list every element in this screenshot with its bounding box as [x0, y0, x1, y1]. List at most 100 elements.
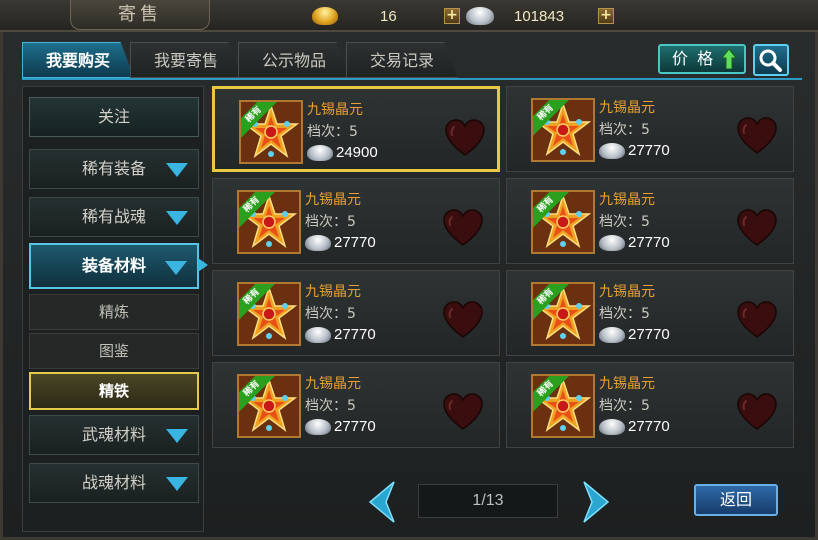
gold-amount: 16 — [380, 7, 397, 25]
item-price: 27770 — [599, 418, 670, 435]
tab-underline — [22, 78, 802, 80]
prev-page-icon[interactable] — [366, 480, 396, 524]
next-page-icon[interactable] — [582, 480, 612, 524]
up-arrow-icon — [722, 49, 736, 69]
item-grade: 档次：5 — [599, 306, 650, 322]
sidebar-item-label: 精炼 — [98, 303, 129, 321]
price-value: 24900 — [336, 144, 378, 161]
chevron-down-icon — [166, 477, 188, 491]
item-grade: 档次：5 — [305, 306, 356, 322]
silver-currency — [466, 5, 494, 27]
sort-by-price-button[interactable]: 价 格 — [658, 44, 746, 74]
item-name: 九锡晶元 — [599, 284, 655, 300]
heart-icon[interactable] — [737, 209, 777, 247]
add-gold-button[interactable]: + — [444, 8, 460, 24]
item-price: 24900 — [307, 144, 378, 161]
item-thumbnail: 稀有 — [531, 190, 595, 254]
silver-ingot-icon — [307, 144, 333, 161]
item-name: 九锡晶元 — [599, 192, 655, 208]
sidebar-item-equipment-materials[interactable]: 装备材料 — [29, 243, 199, 289]
heart-icon[interactable] — [445, 119, 485, 157]
silver-plus-wrap: + — [598, 5, 614, 27]
heart-icon[interactable] — [737, 301, 777, 339]
sidebar-item-label: 稀有装备 — [81, 159, 146, 178]
silver-ingot-icon — [305, 418, 331, 435]
listing-card[interactable]: 稀有 九锡晶元 档次：5 24900 — [212, 86, 500, 172]
page-indicator: 1/13 — [418, 484, 558, 518]
silver-ingot-icon — [305, 326, 331, 343]
silver-ingot-icon — [305, 234, 331, 251]
sidebar-item-label: 精铁 — [98, 382, 129, 400]
back-button[interactable]: 返回 — [694, 484, 778, 516]
silver-amount: 101843 — [514, 7, 565, 25]
item-grade: 档次：5 — [599, 398, 650, 414]
listing-card[interactable]: 稀有 九锡晶元 档次：5 27770 — [506, 86, 794, 172]
item-price: 27770 — [305, 326, 376, 343]
search-button[interactable] — [753, 44, 789, 76]
item-price: 27770 — [599, 326, 670, 343]
category-sidebar: 关注 稀有装备 稀有战魂 装备材料 精炼 图鉴 精铁 武魂材料 战魂材料 — [22, 86, 204, 532]
chevron-down-icon — [166, 429, 188, 443]
item-price: 27770 — [599, 234, 670, 251]
heart-icon[interactable] — [443, 209, 483, 247]
sidebar-subitem-refine[interactable]: 精炼 — [29, 294, 199, 330]
sidebar-item-martial-soul-materials[interactable]: 武魂材料 — [29, 415, 199, 455]
listing-card[interactable]: 稀有 九锡晶元 档次：5 27770 — [212, 270, 500, 356]
heart-icon[interactable] — [737, 393, 777, 431]
price-value: 27770 — [334, 234, 376, 251]
search-icon — [759, 49, 782, 72]
item-thumbnail: 稀有 — [531, 374, 595, 438]
sidebar-subitem-codex[interactable]: 图鉴 — [29, 333, 199, 369]
sidebar-item-rare-soul[interactable]: 稀有战魂 — [29, 197, 199, 237]
tab-buy[interactable]: 我要购买 — [22, 42, 134, 78]
item-thumbnail: 稀有 — [531, 282, 595, 346]
item-name: 九锡晶元 — [305, 376, 361, 392]
listing-card[interactable]: 稀有 九锡晶元 档次：5 27770 — [506, 270, 794, 356]
listing-card[interactable]: 稀有 九锡晶元 档次：5 27770 — [212, 362, 500, 448]
gold-plus-wrap: + — [444, 5, 460, 27]
tab-sell[interactable]: 我要寄售 — [130, 42, 242, 78]
heart-icon[interactable] — [443, 301, 483, 339]
item-grade: 档次：5 — [305, 214, 356, 230]
gold-amount-wrap: 16 — [380, 5, 397, 27]
item-name: 九锡晶元 — [307, 102, 363, 118]
chevron-right-icon — [198, 258, 208, 272]
sidebar-item-label: 关注 — [97, 107, 130, 126]
item-price: 27770 — [305, 234, 376, 251]
price-value: 27770 — [628, 326, 670, 343]
silver-amount-wrap: 101843 — [514, 5, 564, 27]
sidebar-item-label: 图鉴 — [98, 342, 129, 360]
tab-trade-history[interactable]: 交易记录 — [346, 42, 458, 78]
silver-ingot-icon — [599, 142, 625, 159]
tab-bar: 我要购买 我要寄售 公示物品 交易记录 — [22, 42, 458, 78]
listing-card[interactable]: 稀有 九锡晶元 档次：5 27770 — [506, 178, 794, 264]
add-silver-button[interactable]: + — [598, 8, 614, 24]
item-grade: 档次：5 — [305, 398, 356, 414]
silver-ingot-icon — [466, 7, 494, 25]
heart-icon[interactable] — [443, 393, 483, 431]
silver-ingot-icon — [599, 234, 625, 251]
gold-currency — [312, 5, 338, 27]
price-value: 27770 — [628, 234, 670, 251]
item-grade: 档次：5 — [307, 124, 358, 140]
price-value: 27770 — [334, 326, 376, 343]
item-thumbnail: 稀有 — [237, 190, 301, 254]
price-value: 27770 — [334, 418, 376, 435]
sidebar-item-rare-equipment[interactable]: 稀有装备 — [29, 149, 199, 189]
heart-icon[interactable] — [737, 117, 777, 155]
sidebar-item-follow[interactable]: 关注 — [29, 97, 199, 137]
chevron-down-icon — [166, 163, 188, 177]
listing-card[interactable]: 稀有 九锡晶元 档次：5 27770 — [506, 362, 794, 448]
sidebar-subitem-refined-iron[interactable]: 精铁 — [29, 372, 199, 410]
price-value: 27770 — [628, 418, 670, 435]
sidebar-item-battle-soul-materials[interactable]: 战魂材料 — [29, 463, 199, 503]
sidebar-item-label: 稀有战魂 — [81, 207, 146, 226]
tab-public-items[interactable]: 公示物品 — [238, 42, 350, 78]
item-name: 九锡晶元 — [599, 376, 655, 392]
item-price: 27770 — [599, 142, 670, 159]
gold-ingot-icon — [312, 7, 338, 25]
listing-card[interactable]: 稀有 九锡晶元 档次：5 27770 — [212, 178, 500, 264]
window-title: 寄售 — [70, 0, 210, 30]
silver-ingot-icon — [599, 326, 625, 343]
silver-ingot-icon — [599, 418, 625, 435]
